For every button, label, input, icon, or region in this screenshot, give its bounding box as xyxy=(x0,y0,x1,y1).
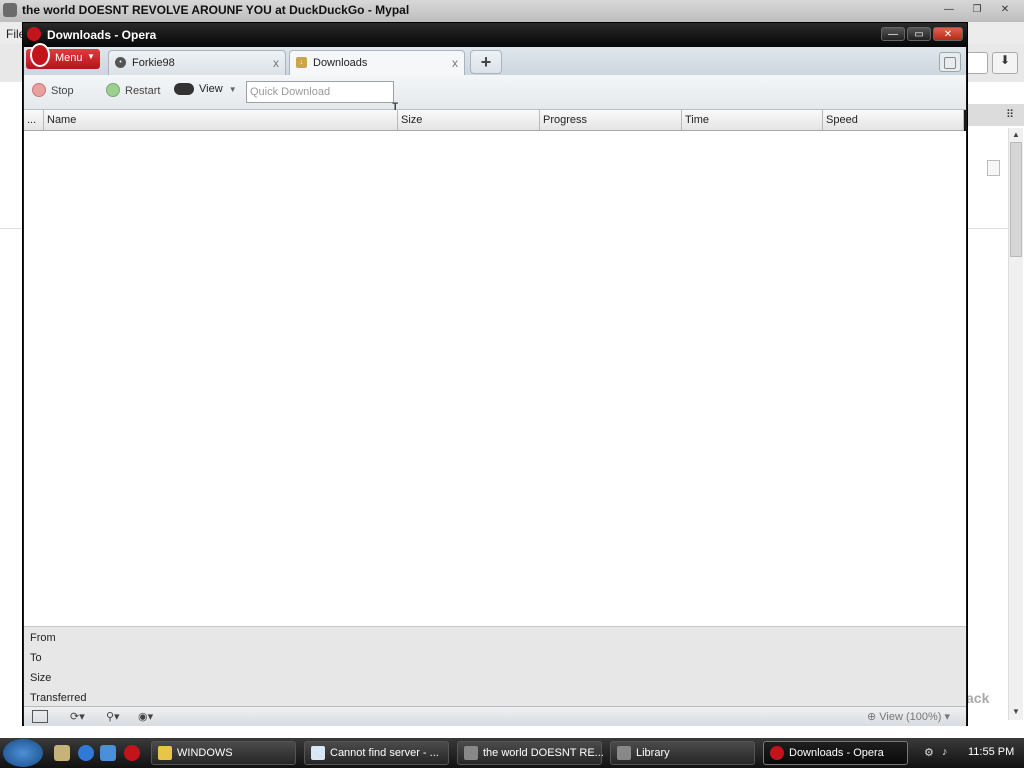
taskbar-item-label: Cannot find server - ... xyxy=(330,747,439,759)
opera-menu-button[interactable]: Menu ▼ xyxy=(26,43,100,69)
chevron-down-icon: ▼ xyxy=(228,85,237,94)
minimize-button[interactable]: — xyxy=(881,27,905,41)
background-back-text: ack xyxy=(966,690,990,706)
taskbar-item-label: the world DOESNT RE... xyxy=(483,747,604,759)
column-time[interactable]: Time xyxy=(682,110,823,130)
downloads-toolbar: Stop Restart View ▼ xyxy=(24,75,966,110)
taskbar-item-library[interactable]: Library xyxy=(610,741,755,765)
folder-icon xyxy=(158,746,172,760)
background-window-titlebar: the world DOESNT REVOLVE AROUNF YOU at D… xyxy=(0,0,1024,23)
detail-transferred-label: Transferred xyxy=(30,692,87,704)
chevron-down-icon: ▼ xyxy=(87,52,95,61)
detail-from-label: From xyxy=(30,632,56,644)
downloads-column-headers: ... Name Size Progress Time Speed xyxy=(24,110,964,131)
page-icon: • xyxy=(115,57,126,68)
taskbar-item-mypal[interactable]: the world DOESNT RE... xyxy=(457,741,604,765)
minimize-icon[interactable]: — xyxy=(938,3,960,17)
taskbar-item-windows[interactable]: WINDOWS xyxy=(151,741,296,765)
close-icon[interactable]: ✕ xyxy=(994,3,1016,17)
background-left-edge xyxy=(0,82,22,722)
tab-downloads[interactable]: ↓ Downloads x xyxy=(289,50,465,76)
opera-icon[interactable] xyxy=(124,745,140,761)
ie-page-icon xyxy=(311,746,325,760)
column-progress[interactable]: Progress xyxy=(540,110,682,130)
scroll-thumb[interactable] xyxy=(1010,142,1022,257)
divider xyxy=(0,228,22,229)
column-name[interactable]: Name xyxy=(44,110,398,130)
grid-icon[interactable]: ⠿ xyxy=(1006,108,1014,121)
tab-label: Forkie98 xyxy=(132,57,175,69)
opera-logo-icon xyxy=(27,27,41,41)
panel-toggle-icon[interactable] xyxy=(32,710,48,723)
column-speed[interactable]: Speed xyxy=(823,110,964,130)
restart-button[interactable]: Restart xyxy=(106,83,160,97)
clock[interactable]: 11:55 PM xyxy=(968,746,1014,758)
detail-to-label: To xyxy=(30,652,42,664)
tab-close-icon[interactable]: x xyxy=(273,56,279,70)
settings-icon[interactable]: ◉▾ xyxy=(138,710,153,723)
status-bar: ⟳▾ ⚲▾ ◉▾ ⊕ View (100%) ▾ xyxy=(24,706,966,726)
mypal-icon xyxy=(464,746,478,760)
tab-close-icon[interactable]: x xyxy=(452,56,458,70)
system-tray: ⚙ ♪ 11:55 PM xyxy=(920,741,1024,765)
opera-window: Downloads - Opera — ▭ ✕ Menu ▼ • Forkie9… xyxy=(22,22,968,726)
taskbar-item-label: Downloads - Opera xyxy=(789,747,884,759)
trash-icon[interactable] xyxy=(939,52,961,72)
background-scrollbar[interactable]: ▲ ▼ xyxy=(1008,128,1023,720)
opera-titlebar: Downloads - Opera — ▭ ✕ xyxy=(23,23,967,47)
taskbar-item-cannot-find-server[interactable]: Cannot find server - ... xyxy=(304,741,449,765)
opera-tabbar: Menu ▼ • Forkie98 x ↓ Downloads x + xyxy=(24,43,966,76)
sync-icon[interactable]: ⟳▾ xyxy=(70,710,85,723)
view-button[interactable]: View ▼ xyxy=(174,83,237,95)
binoculars-icon xyxy=(174,83,194,95)
menu-label: Menu xyxy=(55,52,83,64)
downloads-list[interactable] xyxy=(24,131,966,626)
scroll-down-icon[interactable]: ▼ xyxy=(1009,706,1023,718)
close-button[interactable]: ✕ xyxy=(933,27,963,41)
stop-button[interactable]: Stop xyxy=(32,83,74,97)
search-icon[interactable] xyxy=(966,52,988,74)
new-tab-button[interactable]: + xyxy=(470,50,502,74)
taskbar-item-label: WINDOWS xyxy=(177,747,233,759)
mypal-icon xyxy=(3,3,17,17)
taskbar-item-label: Library xyxy=(636,747,670,759)
opera-window-title: Downloads - Opera xyxy=(47,28,157,42)
quick-launch-icon[interactable] xyxy=(54,745,70,761)
zoom-icon: ⊕ xyxy=(867,711,880,723)
restart-icon xyxy=(106,83,120,97)
start-button[interactable] xyxy=(3,739,43,767)
restart-label: Restart xyxy=(125,85,161,97)
opera-logo-icon xyxy=(30,43,50,67)
tab-label: Downloads xyxy=(313,57,368,69)
taskbar-item-opera-downloads[interactable]: Downloads - Opera xyxy=(763,741,908,765)
volume-icon[interactable]: ♪ xyxy=(942,746,948,758)
column-size[interactable]: Size xyxy=(398,110,540,130)
download-details-panel: From To Size Transferred xyxy=(24,626,966,707)
divider xyxy=(968,228,1008,229)
scroll-up-icon[interactable]: ▲ xyxy=(1009,129,1023,141)
download-arrow-icon[interactable]: ⬇ xyxy=(992,52,1018,74)
opera-icon xyxy=(770,746,784,760)
tab-forkie98[interactable]: • Forkie98 x xyxy=(108,50,286,75)
stop-icon xyxy=(32,83,46,97)
stop-label: Stop xyxy=(51,85,74,97)
taskbar: WINDOWS Cannot find server - ... the wor… xyxy=(0,738,1024,768)
view-label: View xyxy=(199,83,223,95)
quick-download-input[interactable] xyxy=(246,81,394,103)
restore-icon[interactable]: ❐ xyxy=(966,3,988,17)
network-icon[interactable]: ⚙ xyxy=(924,746,934,759)
ie-icon[interactable] xyxy=(78,745,94,761)
zoom-control[interactable]: ⊕ View (100%) ▾ xyxy=(867,710,950,723)
detail-size-label: Size xyxy=(30,672,52,684)
maximize-button[interactable]: ▭ xyxy=(907,27,931,41)
background-window-title: the world DOESNT REVOLVE AROUNF YOU at D… xyxy=(22,3,410,17)
downloads-icon: ↓ xyxy=(296,57,307,68)
column-menu[interactable]: ... xyxy=(24,110,44,130)
document-icon xyxy=(987,160,1000,176)
explorer-icon[interactable] xyxy=(100,745,116,761)
zoom-label: View (100%) xyxy=(879,711,942,723)
share-icon[interactable]: ⚲▾ xyxy=(106,710,120,723)
mypal-icon xyxy=(617,746,631,760)
